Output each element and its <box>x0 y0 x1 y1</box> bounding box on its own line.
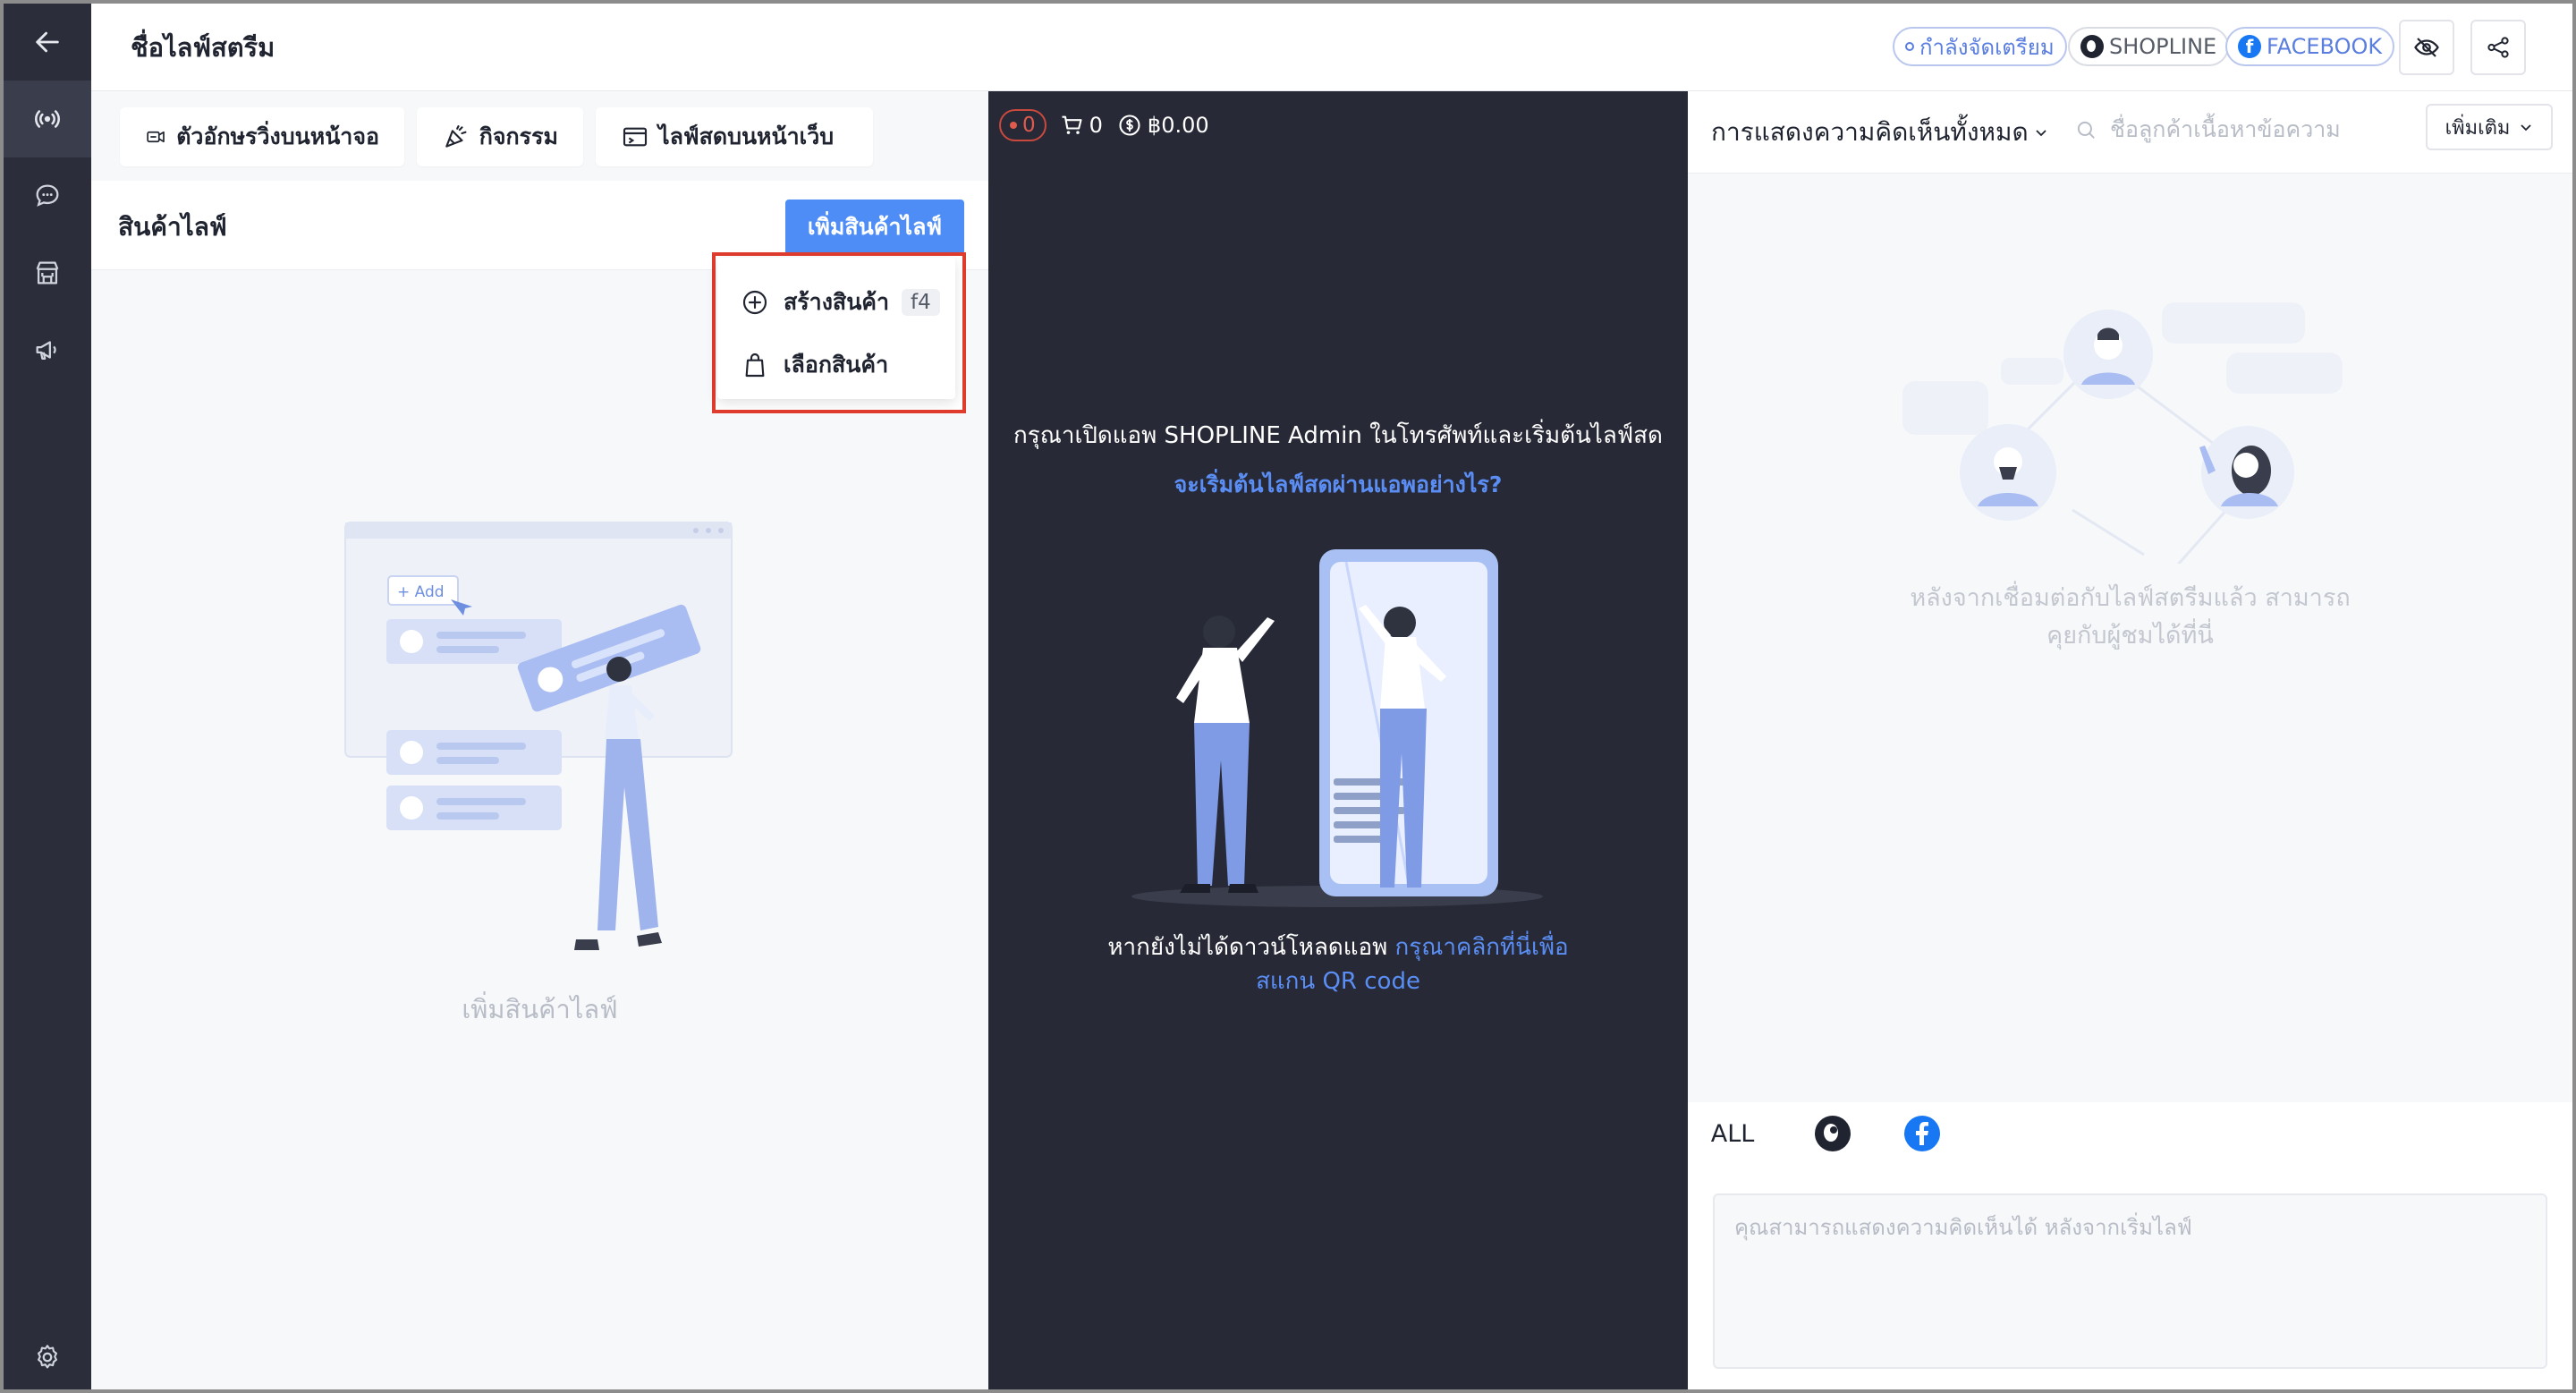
status-dot-icon <box>1905 42 1914 51</box>
chat-empty-illustration <box>1902 302 2343 564</box>
how-to-start-link[interactable]: จะเริ่มต้นไลฟ์สดผ่านแอพอย่างไร? <box>988 467 1688 503</box>
rail-item-settings[interactable] <box>4 1319 91 1389</box>
hide-button[interactable] <box>2399 20 2454 75</box>
add-product-menu: สร้างสินค้า f4 เลือกสินค้า <box>712 252 966 413</box>
share-icon <box>2487 37 2509 58</box>
marquee-icon <box>147 131 165 143</box>
shortcut-badge: f4 <box>902 289 940 316</box>
tab-all[interactable]: ALL <box>1688 1102 1777 1165</box>
eye-off-icon <box>2414 38 2439 57</box>
download-text: หากยังไม่ได้ดาวน์โหลดแอพ <box>1107 934 1388 961</box>
empty-products-text: เพิ่มสินค้าไลฟ์ <box>462 994 618 1024</box>
plus-circle-icon <box>742 290 767 315</box>
app-window: ชื่อไลฟ์สตรีม กำลังจัดเตรียม SHOPLINE f … <box>0 0 2576 1393</box>
browser-window-icon <box>623 127 648 147</box>
web-live-button[interactable]: ไลฟ์สดบนหน้าเว็บ <box>596 107 873 166</box>
qr-link-part2[interactable]: สแกน QR code <box>1256 968 1420 995</box>
comments-title: การแสดงความคิดเห็นทั้งหมด <box>1711 117 2029 147</box>
live-tools-toolbar: ตัวอักษรวิ่งบนหน้าจอ กิจกรรม ไลฟ์สดบนหน้… <box>91 91 988 181</box>
share-button[interactable] <box>2470 20 2526 75</box>
megaphone-icon <box>36 341 56 361</box>
search-icon <box>2077 121 2095 139</box>
comments-empty-line2: คุยกับผู้ชมได้ที่นี่ <box>2046 622 2214 650</box>
comments-header: การแสดงความคิดเห็นทั้งหมด ชื่อลูกค้าเนื้… <box>1688 91 2572 174</box>
status-label: กำลังจัดเตรียม <box>1919 34 2055 60</box>
open-app-message: กรุณาเปิดแอพ SHOPLINE Admin ในโทรศัพท์แล… <box>1013 422 1663 449</box>
cart-icon <box>1062 115 1082 134</box>
stream-stats: 0 0 ฿0.00 <box>999 107 1224 143</box>
tab-facebook[interactable] <box>1886 1102 1958 1165</box>
platform-tabs: ALL <box>1688 1102 2572 1165</box>
menu-item-create-product[interactable]: สร้างสินค้า f4 <box>741 285 940 320</box>
illustration-add-text: + Add <box>397 583 445 601</box>
revenue-stat: ฿0.00 <box>1117 113 1209 138</box>
revenue-amount: ฿0.00 <box>1147 113 1209 138</box>
chevron-down-icon <box>2036 130 2046 137</box>
back-button[interactable] <box>4 4 91 81</box>
add-live-product-button[interactable]: เพิ่มสินค้าไลฟ์ <box>785 200 964 255</box>
viewer-count-badge: 0 <box>999 109 1046 141</box>
activity-label: กิจกรรม <box>479 123 558 149</box>
page-title: ชื่อไลฟ์สตรีม <box>131 32 275 63</box>
tab-shopline[interactable] <box>1797 1102 1868 1165</box>
live-dot-icon <box>1010 122 1017 129</box>
cart-count: 0 <box>1089 113 1103 138</box>
comment-search[interactable]: ชื่อลูกค้าเนื้อหาข้อความ <box>2074 109 2341 150</box>
rail-item-live[interactable] <box>4 81 91 157</box>
party-popper-icon <box>445 125 467 148</box>
side-rail <box>4 4 91 1389</box>
comments-empty-line1: หลังจากเชื่อมต่อกับไลฟ์สตรีมแล้ว สามารถ <box>1910 584 2351 612</box>
facebook-logo-icon: f <box>2238 35 2261 58</box>
search-placeholder: ชื่อลูกค้าเนื้อหาข้อความ <box>2110 116 2341 142</box>
bag-icon <box>745 352 765 378</box>
comments-filter-dropdown[interactable]: การแสดงความคิดเห็นทั้งหมด <box>1711 113 2048 152</box>
comments-empty-text: หลังจากเชื่อมต่อกับไลฟ์สตรีมแล้ว สามารถ … <box>1688 580 2572 655</box>
shopline-channel-badge[interactable]: SHOPLINE <box>2068 27 2230 66</box>
empty-products-illustration: + Add <box>344 522 733 950</box>
status-badge: กำลังจัดเตรียม <box>1893 27 2067 66</box>
settings-icon <box>38 1345 57 1369</box>
comment-input[interactable]: คุณสามารถแสดงความคิดเห็นได้ หลังจากเริ่ม… <box>1713 1193 2547 1369</box>
chat-icon <box>36 184 59 207</box>
phone-live-illustration <box>1131 549 1543 907</box>
cart-stat: 0 <box>1059 113 1103 138</box>
stream-preview-panel: 0 0 ฿0.00 กรุณาเปิดแอพ SHOPLINE Admin ใน… <box>988 91 1688 1389</box>
more-button[interactable]: เพิ่มเติม <box>2426 104 2553 150</box>
rail-item-marketing[interactable] <box>4 311 91 388</box>
marquee-button[interactable]: ตัวอักษรวิ่งบนหน้าจอ <box>120 107 404 166</box>
facebook-channel-badge[interactable]: f FACEBOOK <box>2225 27 2395 66</box>
activity-button[interactable]: กิจกรรม <box>417 107 583 166</box>
product-section-title: สินค้าไลฟ์ <box>118 212 227 242</box>
comment-input-placeholder: คุณสามารถแสดงความคิดเห็นได้ หลังจากเริ่ม… <box>1734 1215 2192 1240</box>
rail-item-store[interactable] <box>4 234 91 311</box>
shopline-logo-icon <box>2080 35 2104 58</box>
add-product-menu-list: สร้างสินค้า f4 เลือกสินค้า <box>717 258 955 399</box>
comments-panel: การแสดงความคิดเห็นทั้งหมด ชื่อลูกค้าเนื้… <box>1688 91 2572 1389</box>
create-product-label: สร้างสินค้า <box>784 289 890 315</box>
chevron-down-icon <box>2521 124 2532 132</box>
shopline-label: SHOPLINE <box>2109 34 2217 59</box>
top-bar: ชื่อไลฟ์สตรีม กำลังจัดเตรียม SHOPLINE f … <box>91 4 2572 91</box>
facebook-logo-icon <box>1904 1116 1940 1151</box>
viewer-count: 0 <box>1022 114 1036 137</box>
qr-link-part1[interactable]: กรุณาคลิกที่นี่เพื่อ <box>1395 934 1569 961</box>
live-icon <box>35 110 60 128</box>
store-icon <box>36 261 59 285</box>
shopline-logo-icon <box>1815 1116 1851 1151</box>
comment-input-area: คุณสามารถแสดงความคิดเห็นได้ หลังจากเริ่ม… <box>1688 1165 2572 1389</box>
more-button-label: เพิ่มเติม <box>2445 116 2511 140</box>
marquee-label: ตัวอักษรวิ่งบนหน้าจอ <box>176 123 379 149</box>
rail-item-chat[interactable] <box>4 157 91 234</box>
menu-item-select-product[interactable]: เลือกสินค้า <box>741 347 888 383</box>
qr-download-hint: หากยังไม่ได้ดาวน์โหลดแอพ กรุณาคลิกที่นี่… <box>988 930 1688 998</box>
back-arrow-icon <box>36 31 59 53</box>
web-live-label: ไลฟ์สดบนหน้าเว็บ <box>658 123 835 149</box>
select-product-label: เลือกสินค้า <box>784 352 889 378</box>
facebook-label: FACEBOOK <box>2267 34 2383 59</box>
coin-icon <box>1119 115 1140 136</box>
